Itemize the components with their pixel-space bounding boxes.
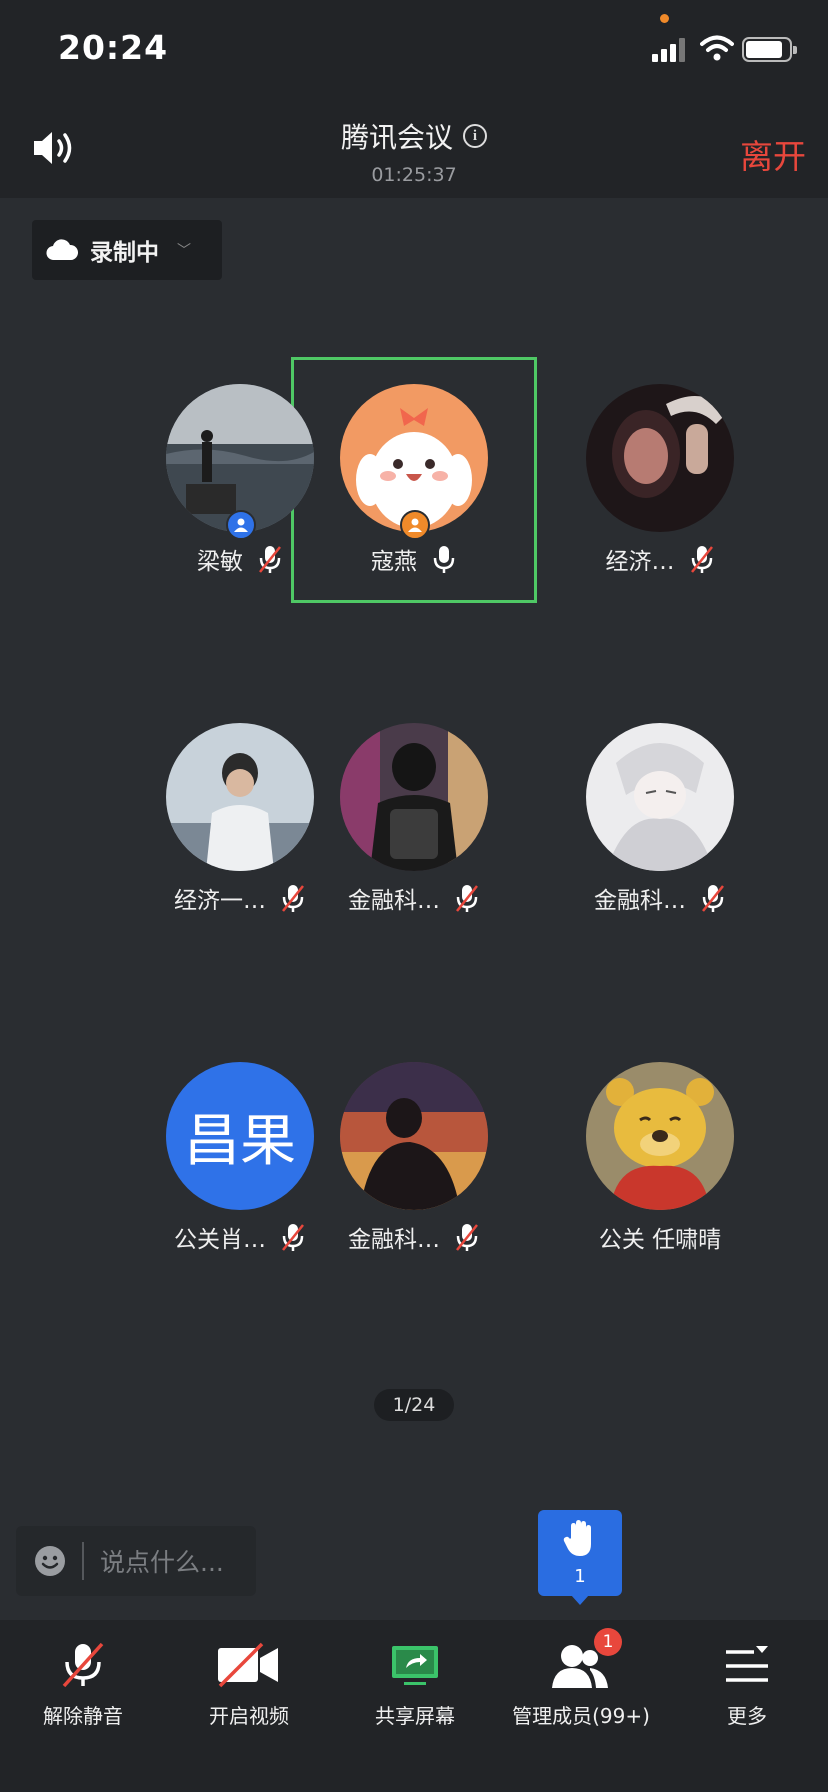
avatar <box>166 723 314 871</box>
meeting-title[interactable]: 腾讯会议 i <box>0 116 828 156</box>
tool-label: 解除静音 <box>43 1704 123 1728</box>
divider <box>82 1542 84 1580</box>
raise-hand-button[interactable]: 1 <box>538 1510 622 1605</box>
recording-status-button[interactable]: 录制中 ﹀ <box>32 220 222 280</box>
participant-name: 经济… <box>605 549 675 575</box>
participant-name: 金融科… <box>348 1227 440 1253</box>
host-icon <box>226 510 256 540</box>
emoji-icon[interactable] <box>34 1545 66 1577</box>
meeting-header: 腾讯会议 i 01:25:37 离开 <box>0 98 828 198</box>
tool-label: 管理成员(99+) <box>512 1704 650 1728</box>
participant-name: 金融科… <box>594 888 686 914</box>
cloud-icon <box>46 239 78 261</box>
cohost-icon <box>400 510 430 540</box>
status-time: 20:24 <box>58 28 169 67</box>
unmute-button[interactable]: 解除静音 <box>0 1620 166 1740</box>
cellular-signal-icon <box>652 38 688 62</box>
avatar <box>586 1062 734 1210</box>
page-indicator: 1/24 <box>374 1389 454 1421</box>
avatar <box>340 723 488 871</box>
avatar <box>586 723 734 871</box>
bottom-toolbar: 解除静音 开启视频 共享屏幕 1 管理成员(99+) 更多 <box>0 1620 828 1792</box>
privacy-indicator-dot <box>660 14 669 23</box>
more-menu-icon <box>726 1646 768 1682</box>
notification-badge: 1 <box>594 1628 622 1656</box>
tool-label: 更多 <box>727 1704 767 1728</box>
chat-input[interactable]: 说点什么... <box>16 1526 256 1596</box>
avatar <box>340 1062 488 1210</box>
mic-muted-icon <box>702 885 724 912</box>
hand-icon <box>563 1520 591 1556</box>
more-button[interactable]: 更多 <box>664 1620 828 1740</box>
mic-muted-icon <box>690 546 713 573</box>
share-screen-button[interactable]: 共享屏幕 <box>332 1620 498 1740</box>
participant-name: 金融科… <box>348 888 440 914</box>
start-video-button[interactable]: 开启视频 <box>166 1620 332 1740</box>
leave-button[interactable]: 离开 <box>740 130 806 178</box>
participant-name: 公关肖… <box>174 1227 266 1253</box>
wifi-icon <box>700 35 734 61</box>
meeting-title-text: 腾讯会议 <box>340 121 453 154</box>
status-bar: 20:24 <box>0 0 828 98</box>
battery-icon <box>742 37 797 62</box>
tool-label: 开启视频 <box>209 1704 289 1728</box>
info-icon[interactable]: i <box>463 124 487 148</box>
tool-label: 共享屏幕 <box>375 1704 455 1728</box>
participant-name: 寇燕 <box>371 549 417 575</box>
chat-placeholder: 说点什么... <box>100 1548 224 1577</box>
share-screen-icon <box>392 1646 438 1685</box>
recording-label: 录制中 <box>90 240 159 266</box>
avatar-initials: 昌果 <box>184 1108 296 1174</box>
mic-on-icon <box>433 546 455 573</box>
participant-name: 经济一… <box>174 888 266 914</box>
meeting-duration: 01:25:37 <box>371 164 457 186</box>
avatar <box>586 384 734 532</box>
participant-name: 梁敏 <box>197 549 243 575</box>
mic-muted-icon <box>62 1642 104 1688</box>
mic-muted-icon <box>456 885 478 912</box>
manage-members-button[interactable]: 1 管理成员(99+) <box>498 1620 664 1740</box>
avatar: 昌果 <box>166 1062 314 1210</box>
mic-muted-icon <box>259 546 281 573</box>
raise-hand-count: 1 <box>574 1566 586 1587</box>
mic-muted-icon <box>456 1224 478 1251</box>
chevron-down-icon: ﹀ <box>177 243 191 259</box>
video-off-icon <box>218 1642 278 1688</box>
participant-name: 公关 任啸晴 <box>598 1227 722 1253</box>
